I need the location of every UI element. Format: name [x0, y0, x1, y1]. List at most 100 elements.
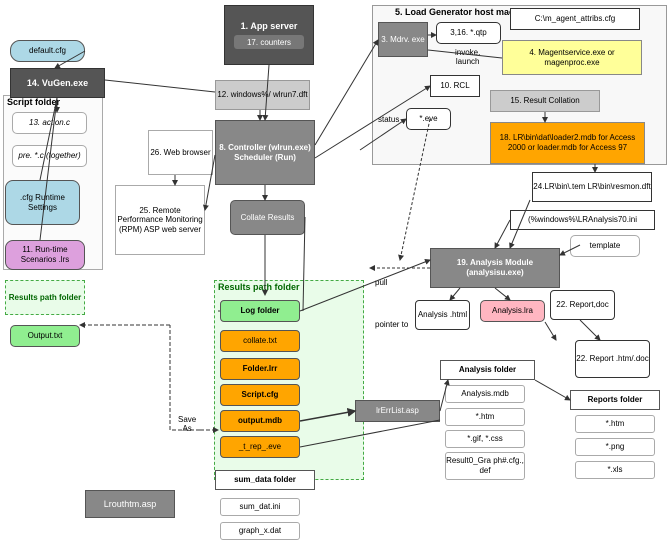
mdrv-label: 3. Mdrv. exe	[381, 35, 424, 45]
sum-dat-ini-box: sum_dat.ini	[220, 498, 300, 516]
rcl-box: 10. RCL	[430, 75, 480, 97]
sum-data-box: sum_data folder	[215, 470, 315, 490]
script-cfg-box: Script.cfg	[220, 384, 300, 406]
lr-bin-loader-box: 18. LR\bin\dat\loader2.mdb for Access 20…	[490, 122, 645, 164]
t-rep-eve-label: _t_rep_.eve	[239, 442, 281, 452]
results-path-left-label: Results path folder	[9, 293, 81, 303]
t-rep-eve-box: _t_rep_.eve	[220, 436, 300, 458]
log-folder-box: Log folder	[220, 300, 300, 322]
magent-service-label: 4. Magentservice.exe or magenproc.exe	[503, 48, 641, 67]
pre-c-label: pre. *.c (together)	[18, 151, 80, 161]
report-htm-doc-label: 22. Report .htm/.doc	[576, 354, 648, 364]
counters-label: 17. counters	[247, 38, 291, 47]
results-path-left-box: Results path folder	[5, 280, 85, 315]
output-txt-label: Output.txt	[28, 331, 63, 341]
pull-label: pull	[375, 278, 387, 287]
result0-graph-label: Result0_Gra ph#.cfg., def	[446, 456, 524, 475]
reports-folder-label: Reports folder	[588, 395, 643, 405]
action-c-label: 13. action.c	[29, 118, 70, 128]
lr-bin-tem-box: 24.LR\bin\.tem LR\bin\resmon.dft	[532, 172, 652, 202]
folder-lrr-label: Folder.lrr	[243, 364, 278, 374]
lrerr-list-box: lrErrList.asp	[355, 400, 440, 422]
analysis-lra-label: Analysis.lra	[492, 306, 533, 316]
diagram: 5. Load Generator host machine Results p…	[0, 0, 671, 549]
script-cfg-label: Script.cfg	[242, 390, 279, 400]
rcl-label: 10. RCL	[440, 81, 469, 91]
web-browser-label: 26. Web browser	[150, 148, 210, 158]
save-as-label: SaveAs	[178, 415, 196, 433]
template-label: template	[590, 241, 621, 251]
analysis-folder-box: Analysis folder	[440, 360, 535, 380]
reports-xls-label: *.xls	[607, 465, 622, 475]
analysis-module-label: 19. Analysis Module (analysisu.exe)	[431, 258, 559, 277]
invoke-launch-label: invoke,launch	[455, 48, 480, 66]
scenarios-label: 11. Run-time Scenarios .lrs	[6, 245, 84, 264]
reports-htm-box: *.htm	[575, 415, 655, 433]
template-box: template	[570, 235, 640, 257]
analysis-htm-label: *.htm	[476, 412, 495, 422]
analysis-mdb-label: Analysis.mdb	[461, 389, 509, 399]
analysis-htm-box: *.htm	[445, 408, 525, 426]
sum-data-label: sum_data folder	[234, 475, 296, 485]
output-mdb-box: output.mdb	[220, 410, 300, 432]
magent-attribs-box: C:\m_agent_attribs.cfg	[510, 8, 640, 30]
pointer-to-label: pointer to	[375, 320, 408, 329]
cfg-runtime-box: .cfg Runtime Settings	[5, 180, 80, 225]
lrouthtm-box: Lrouthtm.asp	[85, 490, 175, 518]
controller-label: 8. Controller (wlrun.exe) Scheduler (Run…	[216, 143, 314, 162]
analysis-html-label: Analysis .html	[418, 310, 467, 320]
result0-graph-box: Result0_Gra ph#.cfg., def	[445, 452, 525, 480]
lr-bin-loader-label: 18. LR\bin\dat\loader2.mdb for Access 20…	[491, 133, 644, 152]
sum-dat-ini-label: sum_dat.ini	[240, 502, 281, 512]
status-label: status	[378, 115, 399, 124]
windows-wlrun-box: 12. windows%/ wlrun7.dft	[215, 80, 310, 110]
graph-x-dat-box: graph_x.dat	[220, 522, 300, 540]
graph-x-dat-label: graph_x.dat	[239, 526, 281, 536]
report-htm-doc-box: 22. Report .htm/.doc	[575, 340, 650, 378]
collate-results-label: Collate Results	[241, 213, 295, 223]
web-browser-box: 26. Web browser	[148, 130, 213, 175]
cfg-runtime-label: .cfg Runtime Settings	[6, 193, 79, 212]
gif-css-label: *.gif, *.css	[467, 434, 503, 444]
default-cfg-label: default.cfg	[29, 46, 66, 56]
windows-lra-box: (%windows%\LRAnalysis70.ini	[510, 210, 655, 230]
qtp-box: 3,16. *.qtp	[436, 22, 501, 44]
collate-txt-box: collate.txt	[220, 330, 300, 352]
lr-bin-tem-label: 24.LR\bin\.tem LR\bin\resmon.dft	[533, 182, 650, 192]
reports-xls-box: *.xls	[575, 461, 655, 479]
script-folder-label: Script folder	[7, 97, 60, 107]
rpm-asp-box: 25. Remote Performance Monitoring (RPM) …	[115, 185, 205, 255]
analysis-folder-label: Analysis folder	[459, 365, 516, 375]
reports-folder-box: Reports folder	[570, 390, 660, 410]
reports-htm-label: *.htm	[606, 419, 625, 429]
controller-box: 8. Controller (wlrun.exe) Scheduler (Run…	[215, 120, 315, 185]
reports-png-box: *.png	[575, 438, 655, 456]
collate-txt-label: collate.txt	[243, 336, 277, 346]
lrouthtm-label: Lrouthtm.asp	[104, 499, 157, 510]
mdrv-box: 3. Mdrv. exe	[378, 22, 428, 57]
output-mdb-label: output.mdb	[238, 416, 282, 426]
analysis-module-box: 19. Analysis Module (analysisu.exe)	[430, 248, 560, 288]
report-doc-box: 22. Report,doc	[550, 290, 615, 320]
pre-c-box: pre. *.c (together)	[12, 145, 87, 167]
collate-results-box: Collate Results	[230, 200, 305, 235]
results-path-label: Results path folder	[218, 282, 300, 292]
magent-attribs-label: C:\m_agent_attribs.cfg	[535, 14, 615, 24]
vugen-label: 14. VuGen.exe	[27, 78, 88, 89]
log-folder-label: Log folder	[240, 306, 279, 316]
app-server-box: 1. App server 17. counters	[224, 5, 314, 65]
default-cfg-box: default.cfg	[10, 40, 85, 62]
result-collation-box: 15. Result Collation	[490, 90, 600, 112]
analysis-lra-box: Analysis.lra	[480, 300, 545, 322]
gif-css-box: *.gif, *.css	[445, 430, 525, 448]
vugen-box: 14. VuGen.exe	[10, 68, 105, 98]
analysis-html-box: Analysis .html	[415, 300, 470, 330]
eve-box: *.eve	[406, 108, 451, 130]
magent-service-box: 4. Magentservice.exe or magenproc.exe	[502, 40, 642, 75]
qtp-label: 3,16. *.qtp	[450, 28, 486, 38]
output-txt-box: Output.txt	[10, 325, 80, 347]
action-c-box: 13. action.c	[12, 112, 87, 134]
eve-label: *.eve	[419, 114, 437, 124]
analysis-mdb-box: Analysis.mdb	[445, 385, 525, 403]
rpm-asp-label: 25. Remote Performance Monitoring (RPM) …	[116, 206, 204, 235]
